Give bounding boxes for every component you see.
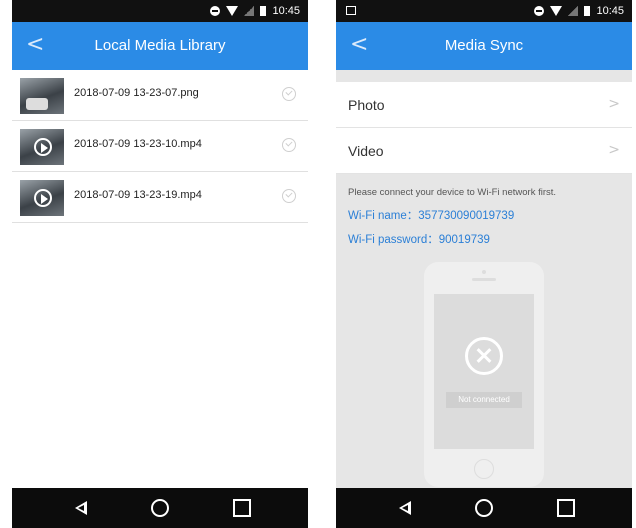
play-icon — [34, 138, 52, 156]
file-name: 2018-07-09 13-23-19.mp4 — [74, 189, 202, 201]
home-nav-icon[interactable] — [475, 499, 493, 517]
back-nav-icon[interactable] — [72, 499, 90, 517]
recents-nav-icon[interactable] — [557, 499, 575, 517]
system-nav-bar — [12, 488, 308, 528]
page-title: Media Sync — [444, 37, 524, 54]
wifi-icon — [226, 6, 239, 16]
file-name: 2018-07-09 13-23-07.png — [74, 87, 199, 99]
back-nav-icon[interactable] — [396, 499, 414, 517]
divider — [336, 70, 632, 82]
menu-item-label: Video — [348, 143, 384, 159]
wifi-icon — [550, 6, 563, 16]
signal-icon — [568, 6, 579, 16]
phone-home-button-icon — [474, 459, 494, 479]
notification-icon — [346, 6, 356, 15]
list-item[interactable]: 2018-07-09 13-23-07.png — [12, 70, 308, 121]
home-nav-icon[interactable] — [151, 499, 169, 517]
page-title: Local Media Library — [94, 37, 226, 54]
phone-illustration: Not connected — [424, 262, 544, 487]
local-media-library-screen: 10:45 < Local Media Library 2018-07-09 1… — [12, 0, 308, 528]
status-time: 10:45 — [272, 5, 300, 17]
dnd-icon — [210, 6, 221, 16]
chevron-right-icon: > — [608, 142, 620, 158]
list-item[interactable]: 2018-07-09 13-23-19.mp4 — [12, 172, 308, 223]
chevron-right-icon: > — [608, 96, 620, 112]
menu-item-photo[interactable]: Photo > — [336, 82, 632, 128]
signal-icon — [244, 6, 255, 16]
battery-icon — [584, 6, 591, 16]
app-bar: < Local Media Library — [12, 22, 308, 70]
image-thumbnail — [20, 78, 64, 114]
battery-icon — [260, 6, 267, 16]
select-check-icon[interactable] — [282, 138, 296, 152]
phone-screen: Not connected — [434, 294, 534, 449]
menu-item-video[interactable]: Video > — [336, 128, 632, 174]
list-item[interactable]: 2018-07-09 13-23-10.mp4 — [12, 121, 308, 172]
video-thumbnail — [20, 129, 64, 165]
system-nav-bar — [336, 488, 632, 528]
select-check-icon[interactable] — [282, 87, 296, 101]
media-file-list: 2018-07-09 13-23-07.png 2018-07-09 13-23… — [12, 70, 308, 223]
status-bar: 10:45 — [336, 0, 632, 22]
video-thumbnail — [20, 180, 64, 216]
file-name: 2018-07-09 13-23-10.mp4 — [74, 138, 202, 150]
dnd-icon — [534, 6, 545, 16]
play-icon — [34, 189, 52, 207]
wifi-password: Wi-Fi password：90019739 — [348, 234, 490, 246]
media-sync-screen: 10:45 < Media Sync Photo > Video > Pleas… — [336, 0, 632, 528]
connection-status: Not connected — [446, 392, 522, 408]
disconnected-icon — [465, 337, 503, 375]
select-check-icon[interactable] — [282, 189, 296, 203]
menu-item-label: Photo — [348, 97, 385, 113]
connect-instruction: Please connect your device to Wi-Fi netw… — [348, 187, 557, 198]
wifi-name: Wi-Fi name：357730090019739 — [348, 210, 515, 222]
recents-nav-icon[interactable] — [233, 499, 251, 517]
app-bar: < Media Sync — [336, 22, 632, 70]
status-time: 10:45 — [596, 5, 624, 17]
status-bar: 10:45 — [12, 0, 308, 22]
